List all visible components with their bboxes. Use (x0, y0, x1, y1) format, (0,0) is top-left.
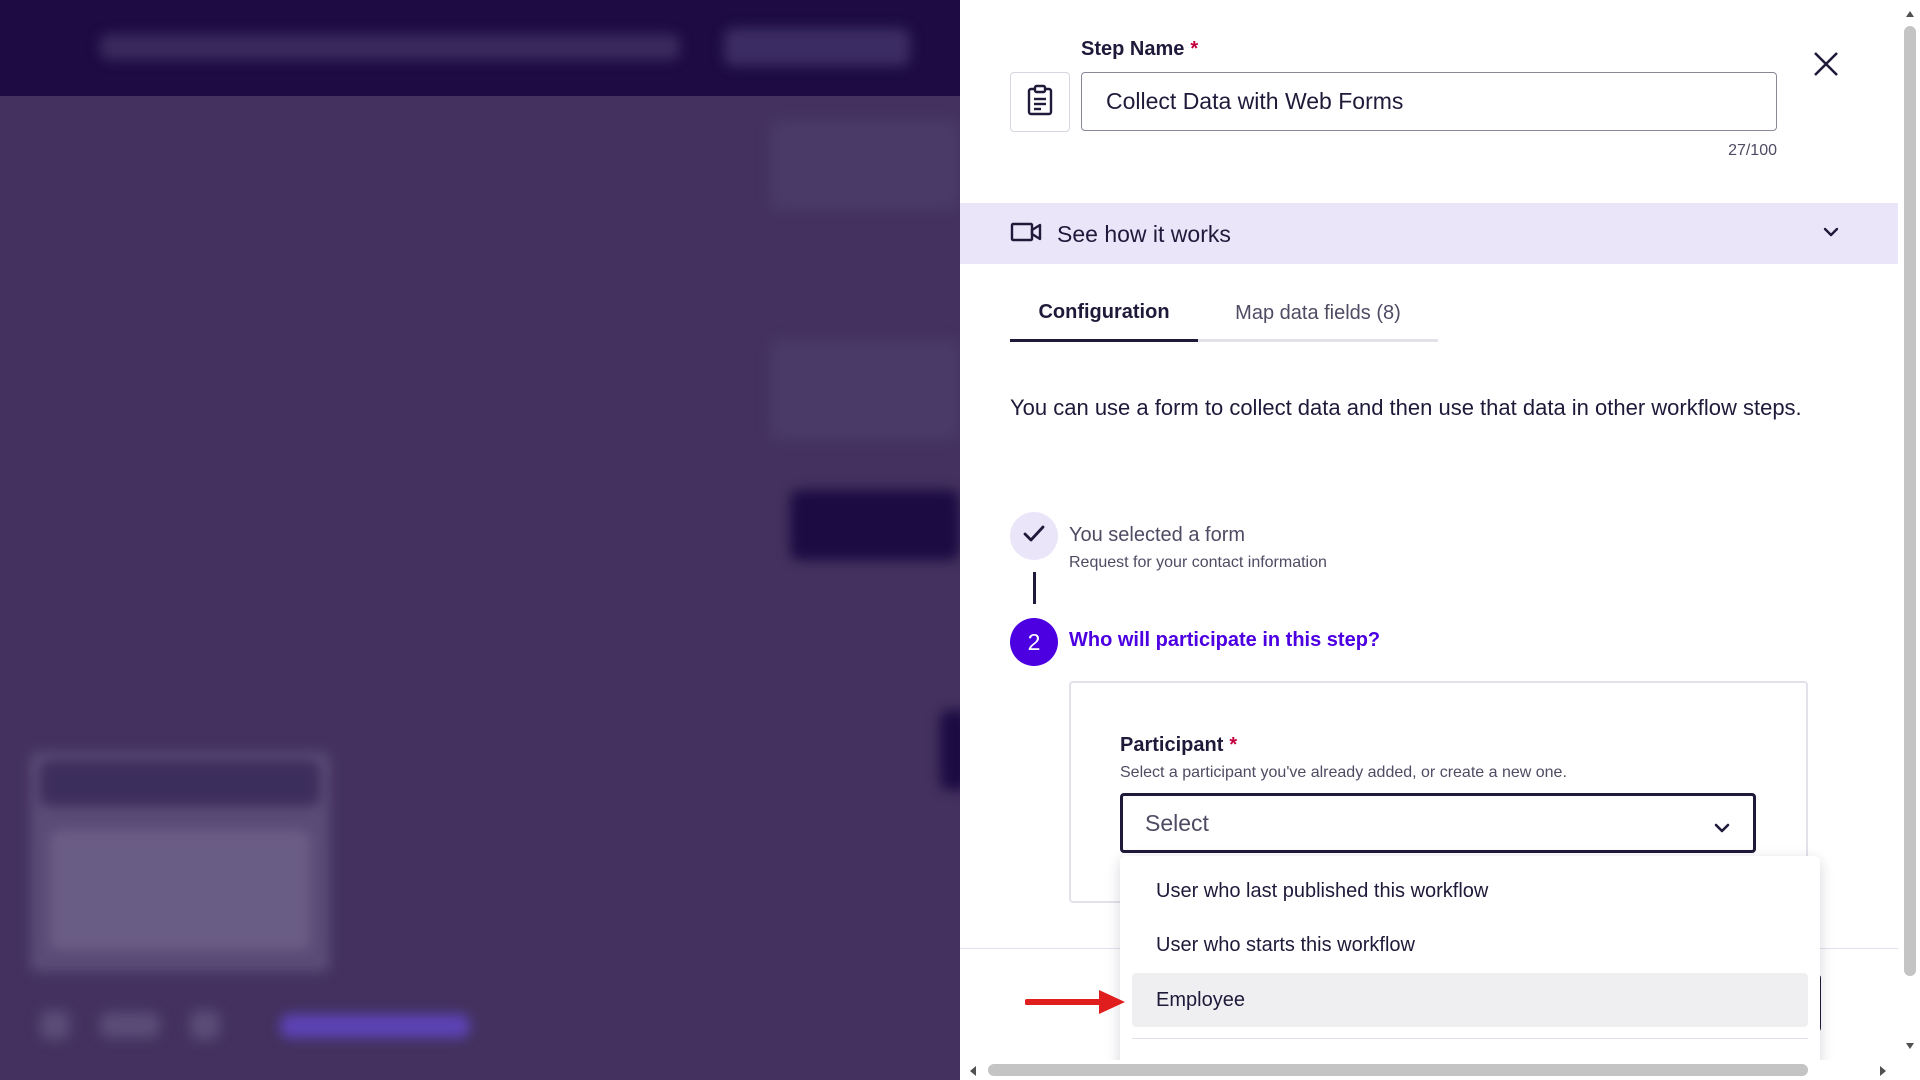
participant-select[interactable]: Select (1120, 793, 1756, 853)
red-arrow-icon (1024, 987, 1127, 1022)
tab-bar: Configuration Map data fields (8) (1010, 285, 1438, 342)
step2-title: Who will participate in this step? (1069, 629, 1381, 651)
background-app-overlay (0, 0, 960, 1080)
checkmark-icon (1023, 525, 1045, 548)
required-marker: * (1229, 734, 1238, 756)
option-employee[interactable]: Employee (1132, 973, 1808, 1027)
intro-text: You can use a form to collect data and t… (1010, 395, 1802, 420)
scroll-left-arrow-icon[interactable] (968, 1064, 978, 1080)
scroll-down-arrow-icon[interactable] (1905, 1038, 1915, 1056)
step1-complete-indicator (1010, 512, 1058, 560)
dropdown-divider (1132, 1038, 1808, 1039)
step-config-drawer: Step Name* 27/100 See how it works Confi… (960, 0, 1900, 1080)
option-last-published-user[interactable]: User who last published this workflow (1132, 864, 1808, 918)
character-counter: 27/100 (1728, 142, 1777, 159)
step-connector-line (1033, 572, 1036, 604)
chevron-down-icon (1713, 814, 1731, 841)
step1-subtitle: Request for your contact information (1069, 554, 1327, 571)
scroll-right-arrow-icon[interactable] (1878, 1064, 1888, 1080)
vertical-scrollbar[interactable] (1900, 0, 1920, 1080)
step-name-input[interactable] (1081, 72, 1777, 131)
clipboard-icon (1026, 84, 1054, 121)
participant-dropdown-menu: User who last published this workflow Us… (1120, 856, 1820, 1080)
step1-title: You selected a form (1069, 524, 1246, 546)
vertical-scroll-thumb[interactable] (1904, 26, 1916, 976)
horizontal-scrollbar[interactable] (960, 1060, 1900, 1080)
participant-label: Participant * (1120, 734, 1238, 756)
horizontal-scroll-thumb[interactable] (988, 1064, 1808, 1076)
see-how-it-works-bar[interactable]: See how it works (960, 203, 1898, 264)
close-button[interactable] (1806, 46, 1846, 86)
tab-configuration[interactable]: Configuration (1010, 285, 1198, 342)
video-camera-icon (1010, 220, 1042, 249)
see-how-it-works-label: See how it works (1057, 221, 1231, 247)
required-marker: * (1190, 38, 1199, 60)
step-name-label: Step Name * (1081, 38, 1199, 60)
participant-select-placeholder: Select (1145, 809, 1209, 836)
option-workflow-starter[interactable]: User who starts this workflow (1132, 918, 1808, 972)
chevron-down-icon (1822, 225, 1840, 244)
tab-map-data-fields[interactable]: Map data fields (8) (1198, 285, 1438, 342)
step-type-icon-box (1010, 72, 1070, 132)
close-icon (1813, 51, 1839, 82)
participant-help-text: Select a participant you've already adde… (1120, 764, 1567, 781)
step2-number-badge: 2 (1010, 618, 1058, 666)
scroll-up-arrow-icon[interactable] (1905, 6, 1915, 24)
